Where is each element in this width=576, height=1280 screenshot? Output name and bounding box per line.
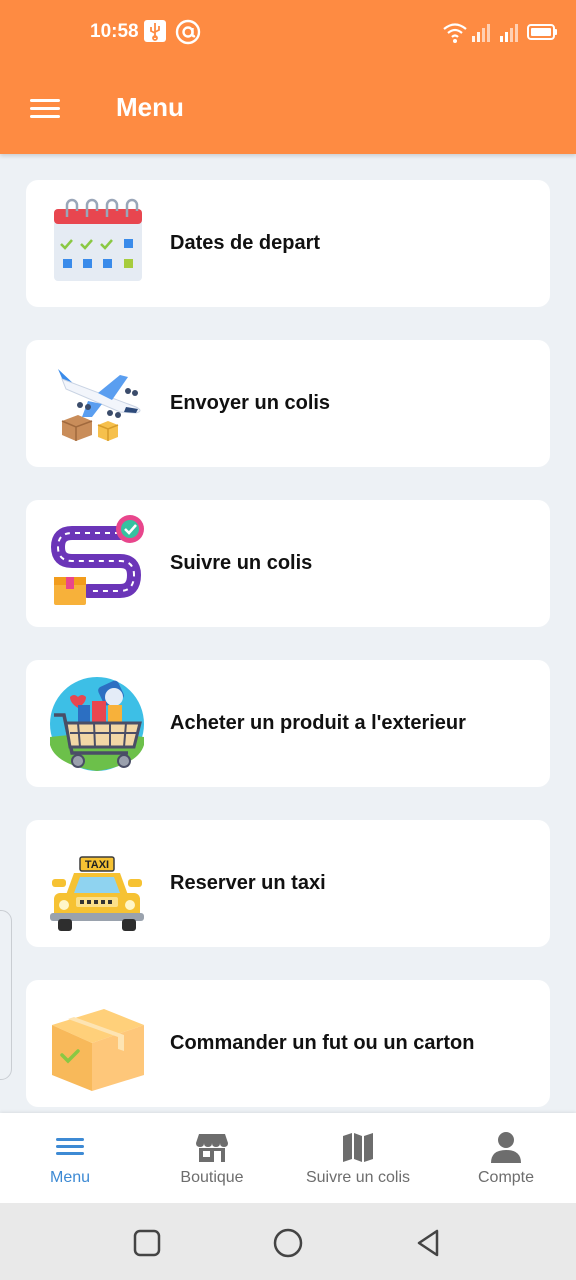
menu-card-label: Dates de depart bbox=[170, 232, 321, 254]
signal-icon bbox=[472, 24, 490, 42]
status-time: 10:58 bbox=[90, 21, 139, 42]
menu-card-label: Envoyer un colis bbox=[170, 392, 331, 414]
at-sign-icon bbox=[175, 19, 201, 45]
menu-card-label: Commander un fut ou un carton bbox=[170, 1032, 475, 1054]
side-panel-handle[interactable] bbox=[0, 910, 12, 1080]
menu-card-label: Reserver un taxi bbox=[170, 872, 326, 894]
nav-label: Menu bbox=[49, 1169, 91, 1186]
cardboard-box-icon bbox=[52, 1009, 144, 1091]
map-icon bbox=[343, 1133, 373, 1162]
hamburger-icon[interactable] bbox=[28, 94, 62, 124]
shopping-cart-globe-icon bbox=[50, 677, 144, 771]
menu-card-acheter-un-produit[interactable]: Acheter un produit a l'exterieur bbox=[26, 660, 550, 787]
taxi-icon: TAXI bbox=[50, 856, 144, 931]
tracking-route-icon bbox=[50, 515, 144, 605]
bottom-navigation: Menu Boutique Suivre un colis Compte bbox=[0, 1113, 576, 1203]
usb-icon bbox=[144, 20, 166, 42]
calendar-icon bbox=[54, 198, 142, 281]
airplane-parcels-icon bbox=[58, 369, 141, 441]
battery-icon bbox=[527, 24, 557, 40]
status-bar: 10:58 bbox=[0, 0, 576, 64]
store-icon bbox=[196, 1134, 228, 1162]
menu-card-reserver-un-taxi[interactable]: TAXI Reserver un taxi bbox=[26, 820, 550, 947]
nav-label: Suivre un colis bbox=[305, 1169, 411, 1186]
nav-label: Boutique bbox=[180, 1169, 244, 1186]
menu-icon bbox=[56, 1138, 84, 1155]
menu-card-suivre-un-colis[interactable]: Suivre un colis bbox=[26, 500, 550, 627]
app-bar: 10:58 Menu bbox=[0, 0, 576, 154]
nav-item-menu[interactable]: Menu bbox=[10, 1113, 130, 1203]
system-navigation-bar bbox=[0, 1203, 576, 1280]
wifi-icon bbox=[443, 23, 467, 43]
svg-text:TAXI: TAXI bbox=[85, 859, 109, 871]
nav-item-suivre-un-colis[interactable]: Suivre un colis bbox=[288, 1113, 428, 1203]
menu-card-commander-un-fut[interactable]: Commander un fut ou un carton bbox=[26, 980, 550, 1107]
signal-icon bbox=[500, 24, 518, 42]
back-icon[interactable] bbox=[413, 1227, 445, 1259]
status-icons bbox=[443, 23, 557, 43]
recent-apps-icon[interactable] bbox=[131, 1227, 163, 1259]
menu-card-dates-de-depart[interactable]: Dates de depart bbox=[26, 180, 550, 307]
nav-item-compte[interactable]: Compte bbox=[446, 1113, 566, 1203]
menu-card-label: Acheter un produit a l'exterieur bbox=[170, 712, 466, 734]
nav-label: Compte bbox=[477, 1169, 535, 1186]
nav-item-boutique[interactable]: Boutique bbox=[152, 1113, 272, 1203]
home-icon[interactable] bbox=[272, 1227, 304, 1259]
page-title: Menu bbox=[116, 92, 184, 122]
user-icon bbox=[491, 1132, 521, 1163]
menu-card-envoyer-un-colis[interactable]: Envoyer un colis bbox=[26, 340, 550, 467]
menu-card-label: Suivre un colis bbox=[170, 552, 313, 574]
